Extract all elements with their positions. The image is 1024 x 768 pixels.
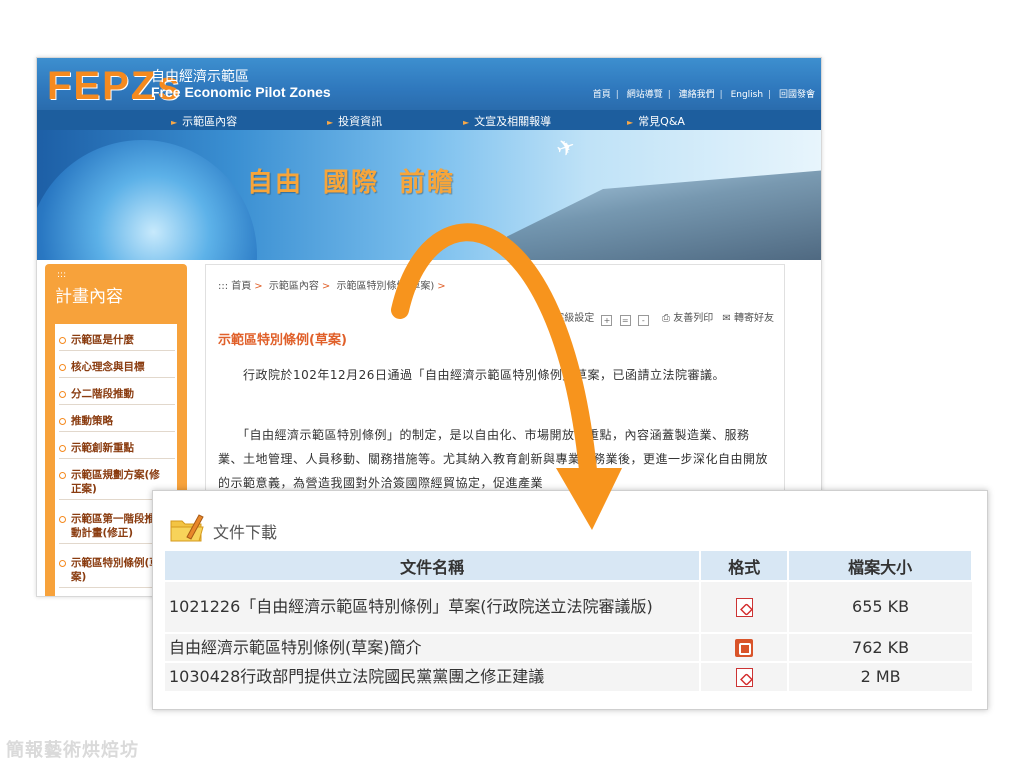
nav-item-publicity[interactable]: ► 文宣及相關報導 [463, 113, 551, 129]
print-link[interactable]: 友善列印 [673, 313, 713, 324]
sidebar-item[interactable]: 示範區是什麼 [59, 330, 175, 351]
table-header-row: 文件名稱 格式 檔案大小 [165, 551, 973, 581]
airplane-icon: ✈ [553, 133, 580, 164]
sidebar-item[interactable]: 示範創新重點 [59, 438, 175, 459]
file-size: 2 MB [787, 661, 972, 691]
download-card: 文件下載 文件名稱 格式 檔案大小 1021226「自由經濟示範區特別條例」草案… [152, 490, 988, 710]
utility-links: 首頁 | 網站導覽 | 連絡我們 | English | 回國發會 [592, 90, 815, 100]
table-row: 1030428行政部門提供立法院國民黨黨團之修正建議 2 MB [165, 661, 972, 691]
breadcrumb-dots: ::: [218, 281, 229, 292]
file-size: 762 KB [787, 632, 972, 662]
link-english[interactable]: English [731, 90, 764, 100]
print-icon[interactable]: ⎙ [662, 313, 670, 324]
sidebar-item[interactable]: 示範區特別條例(草案) [59, 553, 163, 588]
nav-item-zone-content[interactable]: ► 示範區內容 [171, 113, 237, 129]
font-size-label: 字級設定 [554, 313, 595, 324]
forward-icon[interactable]: ✉ [722, 313, 730, 324]
pdf-icon[interactable] [735, 668, 753, 687]
sidebar-title: 計畫內容 [55, 287, 123, 307]
sidebar-dots: ::: [57, 270, 67, 280]
file-name-link[interactable]: 1021226「自由經濟示範區特別條例」草案(行政院送立法院審議版) [165, 580, 701, 633]
slide-canvas: FEPZs 自由經濟示範區 Free Economic Pilot Zones … [0, 0, 1024, 768]
banner-slogan: 自由 國際 前瞻 [247, 168, 456, 198]
breadcrumb: ::: 首頁 > 示範區內容 > 示範區特別條例(草案) > [218, 281, 446, 292]
ppt-icon[interactable] [735, 639, 754, 657]
pdf-icon[interactable] [735, 598, 753, 617]
sidebar-item[interactable]: 示範區第一階段推動計畫(修正) [59, 509, 163, 544]
column-header-format: 格式 [700, 551, 790, 581]
font-larger-icon[interactable]: + [601, 315, 613, 326]
breadcrumb-current: 示範區特別條例(草案) [336, 281, 435, 292]
site-name-english: Free Economic Pilot Zones [151, 84, 331, 100]
font-smaller-icon[interactable]: - [637, 315, 649, 326]
files-table: 文件名稱 格式 檔案大小 1021226「自由經濟示範區特別條例」草案(行政院送… [165, 551, 973, 691]
hero-banner: ✈ 自由 國際 前瞻 [37, 130, 821, 260]
nav-item-investment[interactable]: ► 投資資訊 [327, 113, 382, 129]
link-contact[interactable]: 連絡我們 [679, 90, 715, 100]
watermark: 簡報藝術烘焙坊 [6, 740, 139, 761]
airport-image [507, 170, 821, 260]
forward-link[interactable]: 轉寄好友 [734, 313, 774, 324]
globe-image [37, 140, 257, 260]
link-sitemap[interactable]: 網站導覽 [627, 90, 663, 100]
format-cell [699, 661, 789, 691]
table-row: 1021226「自由經濟示範區特別條例」草案(行政院送立法院審議版) 655 K… [165, 580, 972, 633]
file-name-link[interactable]: 1030428行政部門提供立法院國民黨黨團之修正建議 [165, 661, 701, 691]
arrow-right-icon: ► [327, 118, 334, 127]
site-header: FEPZs 自由經濟示範區 Free Economic Pilot Zones … [37, 58, 821, 110]
sidebar-item[interactable]: 核心理念與目標 [59, 357, 175, 378]
arrow-right-icon: ► [627, 118, 634, 127]
nav-item-faq[interactable]: ► 常見Q&A [627, 113, 685, 129]
breadcrumb-section[interactable]: 示範區內容 [269, 281, 319, 292]
main-nav: ► 示範區內容 ► 投資資訊 ► 文宣及相關報導 ► 常見Q&A [37, 110, 821, 130]
sidebar-item[interactable]: 分二階段推動 [59, 384, 175, 405]
link-home[interactable]: 首頁 [593, 90, 611, 100]
file-name-link[interactable]: 自由經濟示範區特別條例(草案)簡介 [165, 632, 701, 662]
card-title: 文件下載 [213, 523, 278, 542]
arrow-right-icon: ► [171, 118, 178, 127]
file-size: 655 KB [787, 580, 972, 633]
arrow-right-icon: ► [463, 118, 470, 127]
site-name-chinese: 自由經濟示範區 [151, 69, 249, 85]
format-cell [699, 632, 789, 662]
column-header-name: 文件名稱 [165, 551, 702, 581]
font-default-icon[interactable]: = [619, 315, 631, 326]
format-cell [699, 580, 789, 633]
article-title: 示範區特別條例(草案) [218, 333, 347, 348]
folder-pencil-icon [170, 514, 204, 542]
link-ndc[interactable]: 回國發會 [779, 90, 815, 100]
column-header-size: 檔案大小 [788, 551, 973, 581]
sidebar-item[interactable]: 示範區規劃方案(修正案) [59, 465, 163, 500]
page-tools: 字級設定 + = - ⎙ 友善列印 ✉ 轉寄好友 [554, 309, 774, 326]
article-paragraph: 「自由經濟示範區特別條例」的制定，是以自由化、市場開放為重點，內容涵蓋製造業、服… [218, 428, 769, 490]
breadcrumb-home[interactable]: 首頁 [231, 281, 251, 292]
table-row: 自由經濟示範區特別條例(草案)簡介 762 KB [165, 632, 972, 662]
article-paragraph: 行政院於102年12月26日通過「自由經濟示範區特別條例」草案，已函請立法院審議… [218, 368, 725, 382]
sidebar-item[interactable]: 推動策略 [59, 411, 175, 432]
